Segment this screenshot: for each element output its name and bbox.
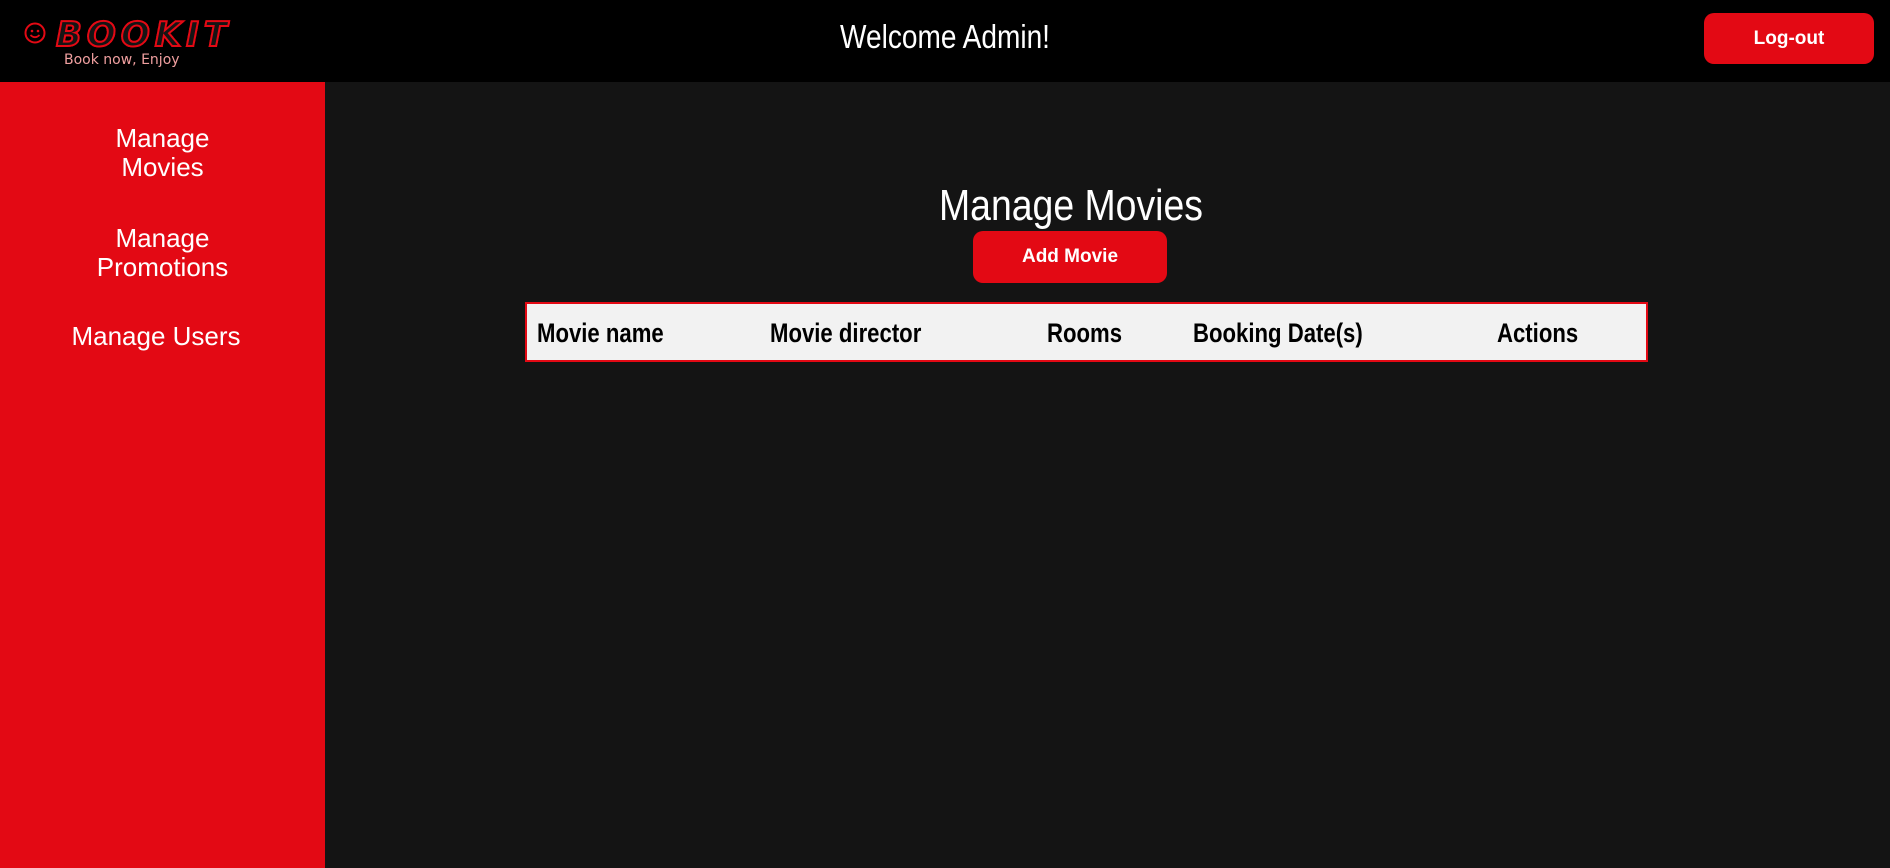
movies-table-header: Movie name Movie director Rooms Booking … [525,302,1648,362]
sidebar-item-manage-movies[interactable]: Manage Movies [0,124,325,182]
top-bar: BOOKIT Book now, Enjoy Welcome Admin! Lo… [0,0,1890,82]
sidebar-item-label-line: Movies [121,152,204,182]
sidebar-item-label-line: Manage Users [71,321,241,351]
sidebar-item-label-line: Manage [115,123,210,153]
sidebar-item-label-line: Promotions [96,252,229,282]
column-header-actions[interactable]: Actions [1497,318,1578,349]
sidebar-item-label-line: Manage [115,223,210,253]
column-header-rooms[interactable]: Rooms [1047,318,1122,349]
column-header-booking-dates[interactable]: Booking Date(s) [1193,318,1363,349]
column-header-movie-name[interactable]: Movie name [537,318,664,349]
logout-button[interactable]: Log-out [1704,13,1874,64]
welcome-message: Welcome Admin! [840,18,1050,55]
sidebar: Manage Movies Manage Promotions Manage U… [0,82,325,868]
smiley-face-icon [24,22,46,44]
page-title: Manage Movies [938,181,1204,230]
column-header-movie-director[interactable]: Movie director [770,318,921,349]
sidebar-item-manage-users[interactable]: Manage Users [0,322,312,351]
add-movie-button[interactable]: Add Movie [973,231,1167,283]
sidebar-item-manage-promotions[interactable]: Manage Promotions [0,224,325,282]
